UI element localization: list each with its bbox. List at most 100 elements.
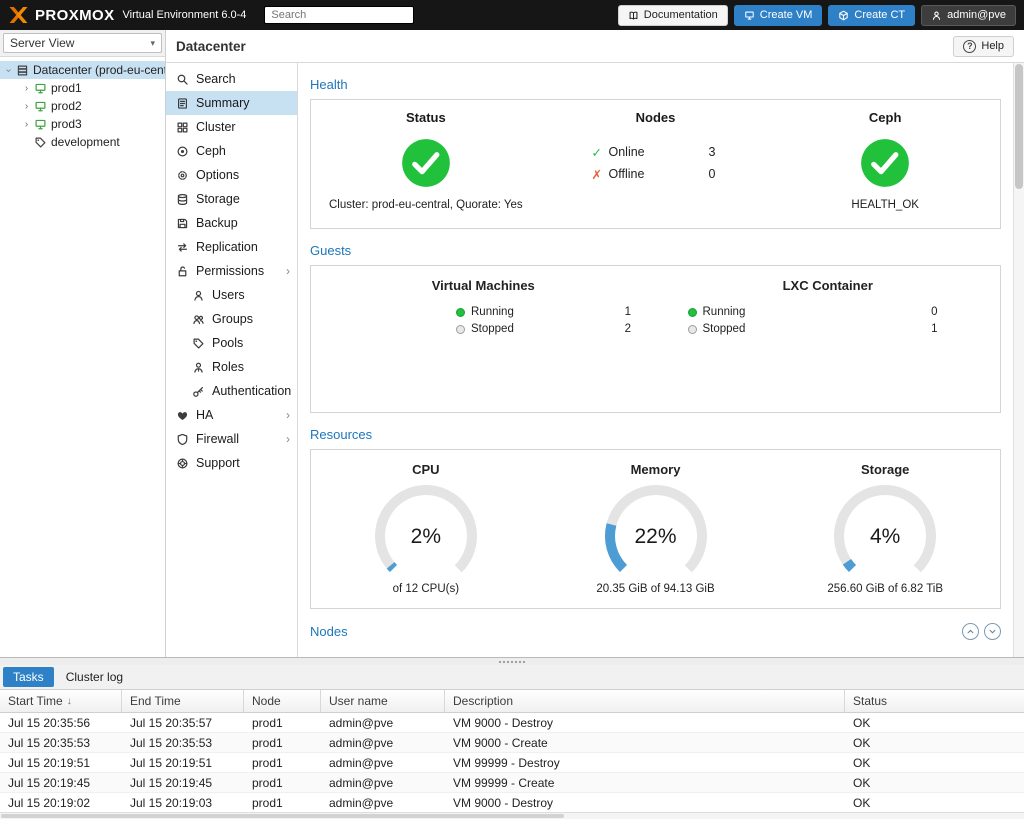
- content-vertical-scrollbar[interactable]: [1013, 63, 1024, 657]
- scrollbar-thumb[interactable]: [1015, 64, 1023, 189]
- tree-item-development[interactable]: development: [0, 133, 165, 151]
- health-panel: Status Cluster: prod-eu-central, Quorate…: [310, 99, 1001, 229]
- cpu-gauge: 2%: [341, 481, 511, 581]
- help-button[interactable]: ? Help: [953, 36, 1014, 57]
- table-row[interactable]: Jul 15 20:19:45Jul 15 20:19:45prod1admin…: [0, 773, 1024, 793]
- column-header-description[interactable]: Description: [445, 690, 845, 712]
- cpu-percent: 2%: [341, 525, 511, 549]
- nodes-section-title: Nodes: [310, 624, 348, 639]
- nav-item-backup[interactable]: Backup: [166, 211, 297, 235]
- caret-right-icon: ›: [286, 264, 290, 278]
- unlock-icon: [176, 265, 189, 278]
- create-vm-button[interactable]: Create VM: [734, 5, 823, 26]
- tag-icon: [192, 337, 205, 350]
- panel-splitter[interactable]: [0, 658, 1024, 665]
- chevron-down-circle-button[interactable]: [984, 623, 1001, 640]
- column-header-status[interactable]: Status: [845, 690, 1024, 712]
- user-icon: [931, 10, 942, 21]
- nav-item-pools[interactable]: Pools: [166, 331, 297, 355]
- create-ct-button[interactable]: Create CT: [828, 5, 915, 26]
- offline-count: 0: [709, 167, 720, 181]
- column-header-end-time[interactable]: End Time: [122, 690, 244, 712]
- node-icon: [34, 118, 47, 131]
- nav-item-ceph[interactable]: Ceph: [166, 139, 297, 163]
- nodes-offline-row: ✗ Offline 0: [592, 163, 720, 185]
- gear-icon: [176, 169, 189, 182]
- ceph-ok-icon: [859, 137, 911, 189]
- documentation-button[interactable]: Documentation: [618, 5, 728, 26]
- nav-item-search[interactable]: Search: [166, 67, 297, 91]
- tree-item-prod2[interactable]: › prod2: [0, 97, 165, 115]
- view-mode-select[interactable]: Server View ▾: [3, 33, 162, 53]
- nav-item-storage[interactable]: Storage: [166, 187, 297, 211]
- storage-caption: 256.60 GiB of 6.82 TiB: [827, 583, 943, 595]
- caret-expanded-icon: ›: [3, 65, 14, 76]
- user-icon: [192, 289, 205, 302]
- vm-stopped-row: Stopped 2: [456, 322, 631, 336]
- tag-icon: [34, 136, 47, 149]
- nav-item-replication[interactable]: Replication: [166, 235, 297, 259]
- tasks-table-body: Jul 15 20:35:56Jul 15 20:35:57prod1admin…: [0, 713, 1024, 812]
- tasks-table-header: Start Time↓ End Time Node User name Desc…: [0, 690, 1024, 713]
- nav-item-firewall[interactable]: Firewall›: [166, 427, 297, 451]
- nodes-section-header: Nodes: [310, 623, 1001, 640]
- nav-item-authentication[interactable]: Authentication: [166, 379, 297, 403]
- nav-item-permissions[interactable]: Permissions›: [166, 259, 297, 283]
- table-row[interactable]: Jul 15 20:35:53Jul 15 20:35:53prod1admin…: [0, 733, 1024, 753]
- sort-desc-icon: ↓: [67, 696, 72, 707]
- column-header-start-time[interactable]: Start Time↓: [0, 690, 122, 712]
- node-icon: [34, 100, 47, 113]
- memory-caption: 20.35 GiB of 94.13 GiB: [596, 583, 714, 595]
- tree-item-prod3[interactable]: › prod3: [0, 115, 165, 133]
- chevron-down-icon: [987, 626, 998, 637]
- book-icon: [628, 10, 639, 21]
- caret-right-icon: ›: [286, 408, 290, 422]
- version-label: Virtual Environment 6.0-4: [122, 9, 246, 21]
- vm-guests-column: Virtual Machines Running 1 Stopped 2: [311, 278, 656, 412]
- heart-icon: [176, 409, 189, 422]
- online-count: 3: [709, 145, 720, 159]
- chevron-down-icon: ▾: [150, 38, 155, 49]
- nav-item-ha[interactable]: HA›: [166, 403, 297, 427]
- content-header: Datacenter ? Help: [166, 30, 1024, 63]
- guests-section-title: Guests: [310, 243, 1001, 258]
- splitter-grip-icon: [499, 660, 525, 664]
- brand-name: PROXMOX: [35, 7, 114, 24]
- stopped-dot-icon: [688, 325, 697, 334]
- column-header-user-name[interactable]: User name: [321, 690, 445, 712]
- column-header-node[interactable]: Node: [244, 690, 321, 712]
- ceph-status-caption: HEALTH_OK: [851, 199, 919, 211]
- horizontal-scrollbar[interactable]: [0, 812, 1024, 819]
- user-menu-button[interactable]: admin@pve: [921, 5, 1016, 26]
- nav-item-users[interactable]: Users: [166, 283, 297, 307]
- scrollbar-thumb[interactable]: [1, 814, 564, 818]
- tab-cluster-log[interactable]: Cluster log: [56, 667, 133, 687]
- nav-item-roles[interactable]: Roles: [166, 355, 297, 379]
- memory-gauge: 22%: [571, 481, 741, 581]
- table-row[interactable]: Jul 15 20:19:51Jul 15 20:19:51prod1admin…: [0, 753, 1024, 773]
- key-icon: [192, 385, 205, 398]
- resource-tree-panel: Server View ▾ › Datacenter (prod-eu-cent…: [0, 30, 166, 657]
- nav-item-groups[interactable]: Groups: [166, 307, 297, 331]
- storage-icon: [176, 193, 189, 206]
- chevron-up-circle-button[interactable]: [962, 623, 979, 640]
- datacenter-nav: Search Summary Cluster Ceph Options Stor…: [166, 63, 298, 657]
- tasks-panel: Tasks Cluster log Start Time↓ End Time N…: [0, 657, 1024, 819]
- running-dot-icon: [456, 308, 465, 317]
- tab-tasks[interactable]: Tasks: [3, 667, 54, 687]
- vm-running-row: Running 1: [456, 305, 631, 319]
- proxmox-logo: PROXMOX: [8, 7, 114, 24]
- nav-item-options[interactable]: Options: [166, 163, 297, 187]
- nav-item-cluster[interactable]: Cluster: [166, 115, 297, 139]
- cluster-status-caption: Cluster: prod-eu-central, Quorate: Yes: [329, 199, 523, 211]
- tree-item-prod1[interactable]: › prod1: [0, 79, 165, 97]
- memory-percent: 22%: [571, 525, 741, 549]
- tree-item-datacenter[interactable]: › Datacenter (prod-eu-central: [0, 61, 165, 79]
- nav-item-summary[interactable]: Summary: [166, 91, 297, 115]
- table-row[interactable]: Jul 15 20:35:56Jul 15 20:35:57prod1admin…: [0, 713, 1024, 733]
- table-row[interactable]: Jul 15 20:19:02Jul 15 20:19:03prod1admin…: [0, 793, 1024, 812]
- memory-gauge-column: Memory 22% 20.35 GiB of 94.13 GiB: [541, 462, 771, 608]
- global-search-input[interactable]: [264, 6, 414, 24]
- nav-item-support[interactable]: Support: [166, 451, 297, 475]
- question-mark-icon: ?: [963, 40, 976, 53]
